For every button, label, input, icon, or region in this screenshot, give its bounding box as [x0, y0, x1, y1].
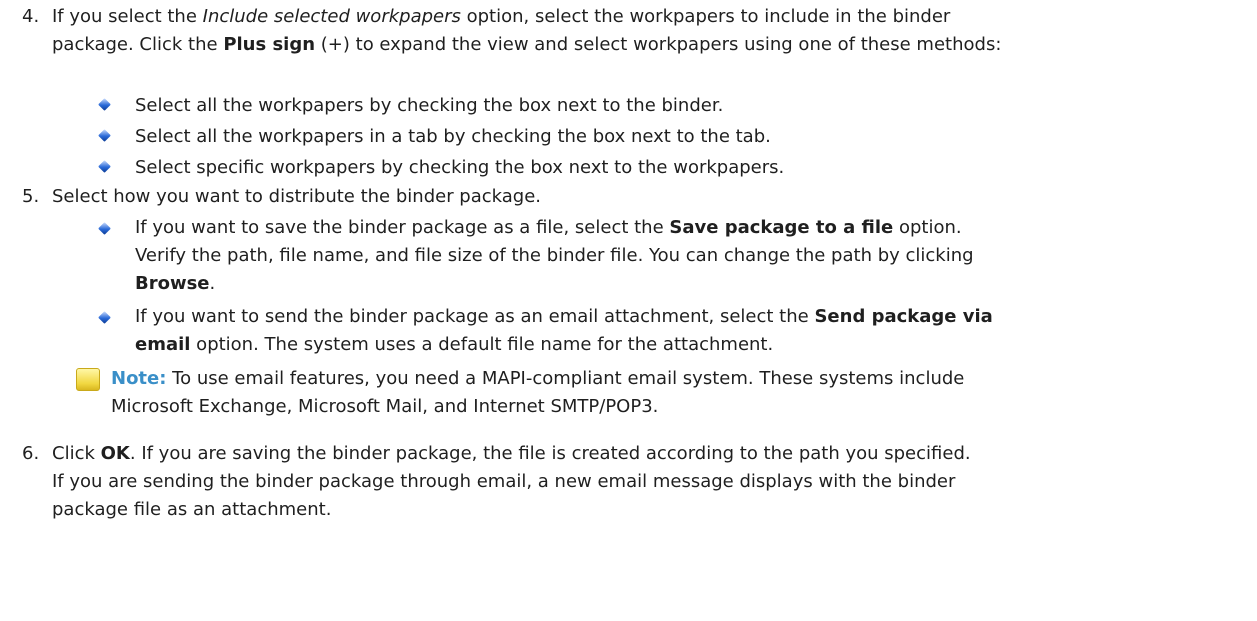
bullet-diamond-icon: [98, 311, 111, 324]
bullet-diamond-icon: [98, 129, 111, 142]
step-number: 5.: [22, 186, 40, 207]
step-number: 4.: [22, 6, 40, 27]
option-name: Save package to a file: [669, 217, 894, 238]
bullet-diamond-icon: [98, 160, 111, 173]
bullet-text: Select all the workpapers in a tab by ch…: [135, 126, 771, 147]
step-5: 5. Select how you want to distribute the…: [12, 183, 1247, 211]
text: . If you are saving the binder package, …: [129, 443, 971, 464]
text: If you want to send the binder package a…: [135, 306, 815, 327]
text-line: package. Click the Plus sign (+) to expa…: [52, 31, 1247, 59]
text-line: Click OK. If you are saving the binder p…: [52, 440, 1247, 468]
text-line: If you select the Include selected workp…: [52, 3, 1247, 31]
step-4: 4. If you select the Include selected wo…: [12, 3, 1247, 59]
ui-term: Plus sign: [223, 34, 316, 55]
step-6: 6. Click OK. If you are saving the binde…: [12, 440, 1247, 524]
bullet-text: Select all the workpapers by checking th…: [135, 95, 724, 116]
text: .: [209, 273, 216, 294]
option-name: email: [135, 334, 191, 355]
text: Click: [52, 443, 101, 464]
text: package. Click the: [52, 34, 224, 55]
button-name: Browse: [135, 273, 210, 294]
help-document: 4. If you select the Include selected wo…: [0, 0, 1257, 621]
note-icon: [76, 368, 100, 391]
step-text: Select how you want to distribute the bi…: [52, 186, 542, 207]
option-name: Send package via: [814, 306, 993, 327]
text-line: If you are sending the binder package th…: [52, 471, 956, 492]
text: option.: [893, 217, 962, 238]
bullet-text: If you want to save the binder package a…: [135, 214, 1245, 298]
text-line: If you want to save the binder package a…: [135, 214, 1245, 242]
bullet-text: If you want to send the binder package a…: [135, 303, 1245, 359]
text: To use email features, you need a MAPI-c…: [166, 368, 965, 389]
text: option, select the workpapers to include…: [460, 6, 951, 27]
step-text: Click OK. If you are saving the binder p…: [52, 440, 1247, 524]
text-line: package file as an attachment.: [52, 499, 332, 520]
text: If you select the: [52, 6, 203, 27]
bullet-diamond-icon: [98, 98, 111, 111]
text-line: Note: To use email features, you need a …: [111, 365, 1241, 393]
text: If you want to save the binder package a…: [135, 217, 670, 238]
bullet-text: Select specific workpapers by checking t…: [135, 157, 785, 178]
button-name: OK: [100, 443, 130, 464]
text-line: Microsoft Exchange, Microsoft Mail, and …: [111, 396, 659, 417]
note-text: Note: To use email features, you need a …: [111, 365, 1241, 421]
text-line: email option. The system uses a default …: [135, 331, 1245, 359]
text-line: Browse.: [135, 270, 1245, 298]
step-text: If you select the Include selected workp…: [52, 3, 1247, 59]
note-label: Note:: [111, 368, 167, 389]
option-name: Include selected workpapers: [202, 6, 461, 27]
bullet-diamond-icon: [98, 222, 111, 235]
text: option. The system uses a default file n…: [190, 334, 774, 355]
text-line: If you want to send the binder package a…: [135, 303, 1245, 331]
step-number: 6.: [22, 443, 40, 464]
text: (+) to expand the view and select workpa…: [315, 34, 1002, 55]
text-line: Verify the path, file name, and file siz…: [135, 245, 974, 266]
